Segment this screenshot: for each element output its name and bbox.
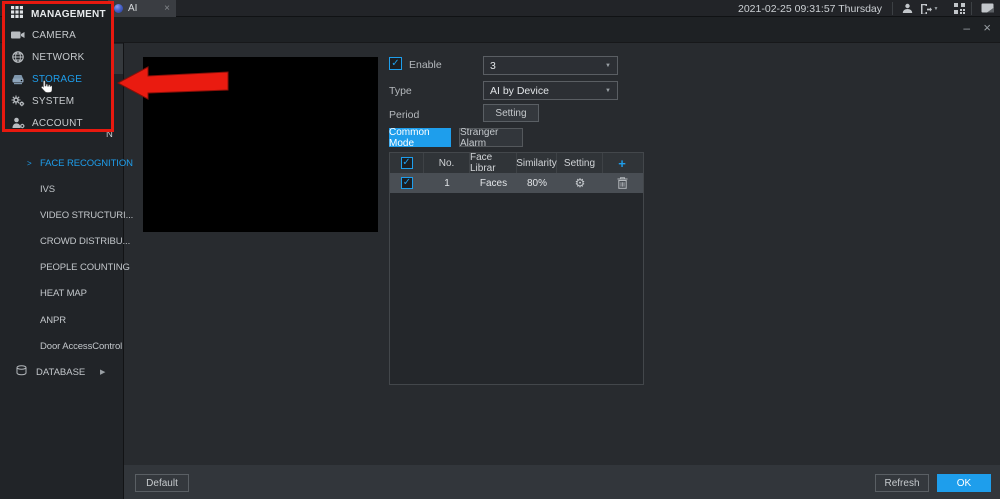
row-setting-gear-icon[interactable]: ⚙: [575, 176, 586, 190]
menu-item-network[interactable]: NETWORK: [5, 48, 111, 66]
sidebar-item-people-counting[interactable]: PEOPLE COUNTING: [0, 257, 124, 277]
sidebar-item-anpr[interactable]: ANPR: [0, 310, 124, 330]
add-face-library-button[interactable]: +: [618, 156, 626, 171]
tab-stranger-alarm[interactable]: Stranger Alarm: [459, 128, 523, 147]
face-library-table: ✓ No. Face Librar Similarity Setting + ✓…: [389, 152, 644, 385]
annotation-arrow: [117, 66, 229, 102]
col-header-similarity: Similarity: [517, 153, 557, 173]
chevron-down-icon: ▼: [605, 88, 611, 94]
menu-item-account[interactable]: ACCOUNT: [5, 114, 111, 132]
database-icon: [16, 365, 28, 380]
sidebar-item-door-access-control[interactable]: Door AccessControl: [0, 336, 124, 356]
row-delete-icon[interactable]: [603, 173, 641, 193]
sidebar-item-ivs[interactable]: IVS: [0, 179, 124, 199]
enable-label: Enable: [409, 59, 442, 71]
camera-icon: [10, 30, 26, 40]
management-menu-title: MANAGEMENT: [31, 9, 106, 20]
sidebar-item-database[interactable]: DATABASE ▶: [0, 362, 124, 382]
network-icon: [10, 51, 26, 63]
management-menu-header[interactable]: MANAGEMENT: [5, 5, 111, 23]
minimize-button[interactable]: –: [963, 21, 970, 35]
topbar-divider: [892, 2, 893, 15]
refresh-button[interactable]: Refresh: [875, 474, 929, 492]
chevron-down-icon: ▼: [605, 63, 611, 69]
row-checkbox[interactable]: ✓: [401, 177, 413, 189]
ok-button[interactable]: OK: [937, 474, 991, 492]
type-select[interactable]: AI by Device ▼: [483, 81, 618, 100]
top-bar: AI × 2021-02-25 09:31:57 Thursday ▼: [0, 0, 1000, 17]
table-header-row: ✓ No. Face Librar Similarity Setting +: [390, 153, 643, 173]
ai-tab-label: AI: [128, 3, 137, 14]
tab-close-icon[interactable]: ×: [164, 0, 170, 17]
grid-menu-icon: [11, 5, 23, 23]
period-label: Period: [389, 109, 419, 121]
hand-cursor-icon: [41, 80, 52, 98]
menu-item-storage[interactable]: STORAGE: [5, 70, 111, 88]
expand-arrow-icon[interactable]: ▶: [100, 368, 105, 376]
footer-bar: [124, 465, 1000, 499]
topbar-divider: [971, 2, 972, 15]
management-menu: MANAGEMENT CAMERA NETWORK STORAGE SYSTEM…: [2, 1, 114, 132]
close-button[interactable]: ×: [983, 20, 991, 35]
datetime-display: 2021-02-25 09:31:57 Thursday: [738, 3, 882, 15]
monitor-icon[interactable]: [980, 2, 994, 15]
row-no: 1: [424, 173, 470, 193]
default-button[interactable]: Default: [135, 474, 189, 492]
menu-item-system[interactable]: SYSTEM: [5, 92, 111, 110]
ai-tab-icon: [114, 4, 123, 13]
qr-code-icon[interactable]: [952, 2, 966, 15]
sidebar-item-heat-map[interactable]: HEAT MAP: [0, 283, 124, 303]
type-label: Type: [389, 85, 412, 97]
sidebar-item-face-recognition[interactable]: > FACE RECOGNITION: [0, 153, 124, 173]
user-icon[interactable]: [900, 2, 914, 15]
storage-icon: [10, 74, 26, 85]
col-header-setting: Setting: [557, 153, 603, 173]
chevron-right-icon: >: [27, 159, 32, 168]
tab-ai[interactable]: AI ×: [108, 0, 176, 17]
period-setting-button[interactable]: Setting: [483, 104, 539, 122]
sidebar-item-video-structuring[interactable]: VIDEO STRUCTURI...: [0, 205, 124, 225]
select-all-checkbox[interactable]: ✓: [401, 157, 413, 169]
system-icon: [10, 95, 26, 107]
tab-common-mode[interactable]: Common Mode: [389, 128, 451, 147]
table-row[interactable]: ✓ 1 Faces 80% ⚙: [390, 173, 643, 193]
enable-checkbox[interactable]: ✓: [389, 57, 402, 70]
col-header-no: No.: [424, 153, 470, 173]
row-face-library: Faces: [470, 173, 517, 193]
sidebar-item-crowd-distribution[interactable]: CROWD DISTRIBU...: [0, 231, 124, 251]
col-header-face-library: Face Librar: [470, 153, 517, 173]
logout-icon[interactable]: ▼: [918, 2, 940, 15]
channel-select[interactable]: 3 ▼: [483, 56, 618, 75]
row-similarity: 80%: [517, 173, 557, 193]
logout-caret-icon: ▼: [934, 6, 939, 12]
window-title-bar: – ×: [0, 17, 1000, 43]
account-icon: [10, 117, 26, 129]
menu-item-camera[interactable]: CAMERA: [5, 26, 111, 44]
